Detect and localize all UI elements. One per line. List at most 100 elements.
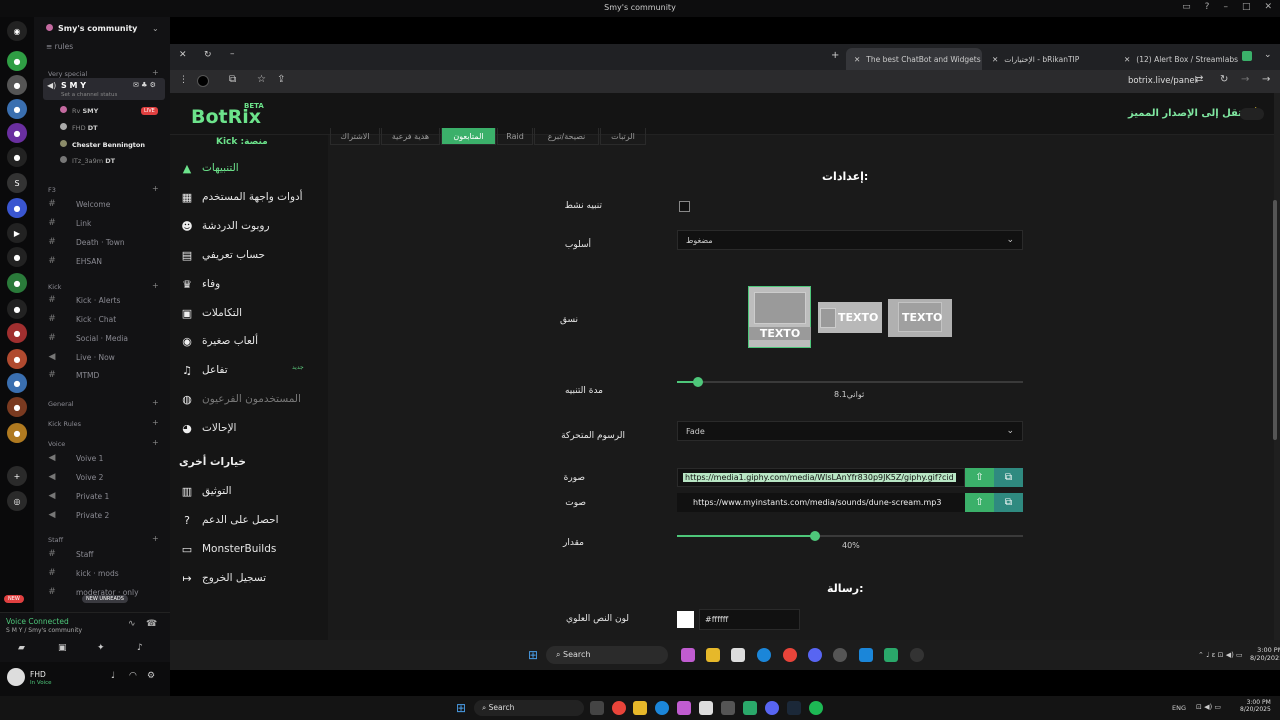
animation-select[interactable]: Fade ⌄: [677, 421, 1023, 441]
server-icon[interactable]: ●: [7, 99, 27, 119]
discord-icon[interactable]: [765, 701, 779, 715]
add-channel-icon[interactable]: +: [152, 438, 159, 447]
voice-user[interactable]: ITz_3a9m DT: [60, 156, 115, 165]
botrix-tab-icon[interactable]: [1242, 51, 1252, 61]
server-icon[interactable]: ●: [7, 273, 27, 293]
app-icon[interactable]: [833, 648, 847, 662]
reload-icon[interactable]: ↻: [204, 50, 212, 60]
menu-icon[interactable]: ⋮: [179, 75, 188, 85]
duration-slider[interactable]: [677, 377, 1023, 387]
channel-item[interactable]: # Kick · Alerts: [44, 292, 180, 308]
channel-item[interactable]: # Welcome: [44, 196, 180, 212]
channel-item[interactable]: # kick · mods: [44, 565, 180, 581]
maximize-icon[interactable]: □: [1242, 2, 1251, 12]
reload-icon[interactable]: ↻: [1220, 74, 1228, 85]
voice-user[interactable]: Chester Bennington: [60, 140, 145, 149]
server-name[interactable]: Smy's community: [46, 24, 137, 33]
tab-streamlabs[interactable]: ✕ (12) Alert Box / Streamlabs: [1116, 48, 1240, 70]
tray-icons[interactable]: ⊡ ◀) ▭: [1196, 703, 1221, 711]
channel-item[interactable]: # Kick · Chat: [44, 311, 180, 327]
add-channel-icon[interactable]: +: [152, 68, 159, 77]
close-icon[interactable]: ✕: [179, 50, 187, 60]
mic-icon[interactable]: ♩: [111, 671, 115, 681]
server-icon[interactable]: ●: [7, 123, 27, 143]
color-swatch[interactable]: [677, 611, 694, 628]
rules-channel[interactable]: ≡ rules: [46, 42, 73, 51]
server-icon[interactable]: ●: [7, 423, 27, 443]
spotify-icon[interactable]: [809, 701, 823, 715]
nav-monsterbuilds[interactable]: ▭ MonsterBuilds: [176, 539, 326, 559]
app-icon[interactable]: [910, 648, 924, 662]
server-icon[interactable]: ●: [7, 373, 27, 393]
server-icon[interactable]: ●: [7, 198, 27, 218]
channel-category[interactable]: General: [48, 400, 74, 408]
sound-url-input[interactable]: https://www.myinstants.com/media/sounds/…: [677, 493, 965, 512]
channel-category[interactable]: Voice: [48, 440, 65, 448]
add-channel-icon[interactable]: +: [152, 281, 159, 290]
nav-docs[interactable]: ▥ التوثيق: [176, 481, 326, 501]
profile-icon[interactable]: [197, 75, 209, 87]
minimize-icon[interactable]: –: [1223, 2, 1228, 12]
clock[interactable]: 3:00 PM8/20/2025: [1250, 646, 1280, 662]
nav-subusers[interactable]: ◍ المستخدمون الفرعيون: [176, 389, 326, 409]
screen-share-icon[interactable]: ▣: [58, 643, 67, 653]
discord-icon[interactable]: [808, 648, 822, 662]
taskbar-search[interactable]: ⌕ Search: [546, 646, 668, 664]
server-icon[interactable]: ●: [7, 323, 27, 343]
server-icon[interactable]: ●: [7, 51, 27, 71]
nav-loyalty[interactable]: ♛ وفاء: [176, 274, 326, 294]
tab-search-icon[interactable]: ⌄: [1264, 50, 1272, 60]
upload-icon[interactable]: ⇧: [965, 468, 994, 487]
nav-support[interactable]: ? احصل على الدعم: [176, 510, 326, 530]
file-explorer-icon[interactable]: [633, 701, 647, 715]
app-icon[interactable]: [721, 701, 735, 715]
duration-slider-knob[interactable]: [692, 377, 703, 387]
channel-item[interactable]: ◀ Voive 1: [44, 450, 180, 466]
app-icon[interactable]: [884, 648, 898, 662]
clock[interactable]: 3:00 PM8/20/2025: [1240, 699, 1271, 713]
server-icon[interactable]: ●: [7, 75, 27, 95]
server-icon[interactable]: S: [7, 173, 27, 193]
forward-icon[interactable]: →: [1241, 74, 1249, 85]
lang-indicator[interactable]: ENG: [1172, 704, 1186, 712]
channel-category[interactable]: Very special: [48, 70, 87, 78]
nav-integrations[interactable]: ▣ التكاملات: [176, 303, 326, 323]
soundboard-icon[interactable]: ♪: [137, 643, 143, 653]
edge-icon[interactable]: [655, 701, 669, 715]
channel-category[interactable]: Kick Rules: [48, 420, 81, 428]
bookmark-star-icon[interactable]: ☆: [257, 74, 266, 85]
account-toggle[interactable]: [1240, 108, 1264, 120]
nav-logout[interactable]: ↦ تسجيل الخروج: [176, 568, 326, 588]
edge-icon[interactable]: [757, 648, 771, 662]
library-icon[interactable]: ⧉: [994, 493, 1023, 512]
channel-category[interactable]: Staff: [48, 536, 63, 544]
nav-minigames[interactable]: ◉ ألعاب صغيرة: [176, 331, 326, 351]
page-scrollbar[interactable]: [1273, 200, 1277, 440]
channel-item[interactable]: # EHSAN: [44, 253, 180, 269]
channel-settings-icon[interactable]: ✉ ♣ ⚙: [133, 81, 156, 89]
disconnect-icon[interactable]: ☎: [146, 619, 157, 629]
close-tab-icon[interactable]: ✕: [992, 55, 998, 64]
top-text-color-input[interactable]: #ffffff: [699, 609, 800, 630]
channel-item[interactable]: ◀ Voive 2: [44, 469, 180, 485]
nav-chatbot[interactable]: ☻ روبوت الدردشة: [176, 216, 326, 236]
app-icon[interactable]: [612, 701, 626, 715]
app-icon[interactable]: [859, 648, 873, 662]
tray-icons[interactable]: ⌃ ♩ ε ⊡ ◀) ▭: [1198, 651, 1243, 659]
alert-tab[interactable]: Raid: [497, 128, 533, 145]
layout-option-overlay[interactable]: TEXTO: [888, 299, 952, 337]
alert-tab[interactable]: نصيحة/تبرع: [534, 128, 599, 145]
close-tab-icon[interactable]: ✕: [854, 55, 860, 64]
new-badge[interactable]: NEW: [4, 595, 24, 603]
server-icon[interactable]: ●: [7, 247, 27, 267]
library-icon[interactable]: ⧉: [994, 468, 1023, 487]
channel-item[interactable]: # Social · Media: [44, 330, 180, 346]
copilot-icon[interactable]: [677, 701, 691, 715]
server-icon[interactable]: ●: [7, 299, 27, 319]
close-icon[interactable]: ✕: [1264, 2, 1272, 12]
channel-item[interactable]: ◀ Private 2: [44, 507, 180, 523]
active-alert-checkbox[interactable]: [679, 201, 690, 212]
back-icon[interactable]: →: [1262, 74, 1270, 85]
add-channel-icon[interactable]: +: [152, 418, 159, 427]
windows-start-icon[interactable]: ⊞: [454, 701, 468, 715]
